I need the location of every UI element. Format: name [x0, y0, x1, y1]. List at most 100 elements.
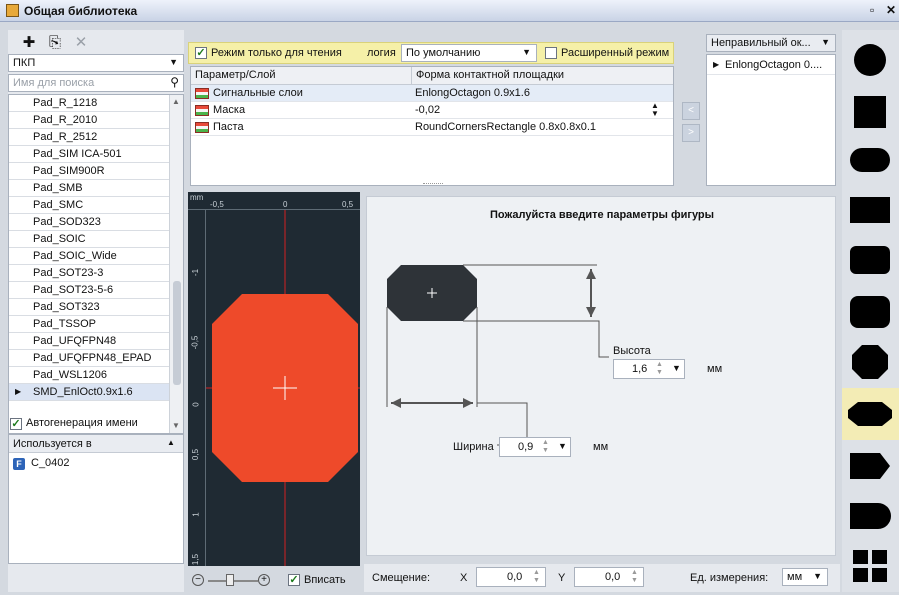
shape-palette: [842, 30, 899, 592]
table-row[interactable]: Сигнальные слои EnlongOctagon 0.9x1.6: [191, 85, 673, 102]
logic-value: По умолчанию: [406, 47, 481, 59]
zoom-slider-handle[interactable]: [226, 574, 234, 586]
pad-properties: ✓ Режим только для чтения логия По умолч…: [188, 40, 704, 186]
list-item[interactable]: Pad_SOT23-3: [9, 265, 169, 282]
splitter-handle[interactable]: [423, 183, 443, 185]
shape-d-shape[interactable]: [842, 440, 899, 492]
horizontal-ruler: mm -0,5 0 0,5: [188, 192, 360, 210]
spin-icon[interactable]: ▲ ▼: [656, 361, 663, 377]
shape-quad[interactable]: [842, 540, 899, 592]
layer-value[interactable]: EnlongOctagon 0.9x1.6: [415, 87, 530, 99]
grid-col-shape: Форма контактной площадки: [411, 67, 564, 85]
ruler-tick: 1,5: [191, 553, 201, 566]
scroll-thumb[interactable]: [173, 281, 181, 385]
move-right-button[interactable]: >: [682, 124, 700, 142]
shape-rounded-rectangle[interactable]: [842, 234, 899, 286]
chevron-down-icon[interactable]: ▼: [558, 441, 567, 451]
category-select[interactable]: ПКП ▼: [8, 54, 184, 72]
list-item[interactable]: Pad_SOT323: [9, 299, 169, 316]
zoom-controls: − + ✓ Вписать: [190, 572, 360, 592]
scroll-up-icon[interactable]: ▲: [172, 97, 180, 106]
offset-y-input[interactable]: 0,0 ▲ ▼: [574, 567, 644, 587]
offset-x-input[interactable]: 0,0 ▲ ▼: [476, 567, 546, 587]
list-item[interactable]: Pad_SOIC: [9, 231, 169, 248]
expand-icon[interactable]: ▶: [713, 60, 719, 69]
list-item-label: Pad_SOT23-5-6: [33, 284, 114, 296]
rounded-square-shape-icon: [850, 296, 890, 328]
shape-oblong[interactable]: [842, 134, 899, 186]
readonly-checkbox[interactable]: ✓: [195, 47, 207, 59]
list-item[interactable]: Pad_SOT23-5-6: [9, 282, 169, 299]
list-item[interactable]: Pad_WSL1206: [9, 367, 169, 384]
copy-icon[interactable]: ⎘: [46, 34, 64, 52]
list-item[interactable]: Pad_UFQFPN48: [9, 333, 169, 350]
shape-rectangle[interactable]: [842, 184, 899, 236]
layer-value[interactable]: RoundCornersRectangle 0.8x0.8x0.1: [415, 121, 596, 133]
autogen-checkbox[interactable]: ✓: [10, 418, 22, 430]
spin-icon[interactable]: ▲ ▼: [533, 569, 540, 585]
search-input[interactable]: Имя для поиска ⚲: [8, 74, 184, 92]
used-in-panel: Используется в ▲ F C_0402: [8, 434, 184, 564]
list-item[interactable]: Pad_SMC: [9, 197, 169, 214]
fit-checkbox[interactable]: ✓: [288, 574, 300, 586]
height-input[interactable]: 1,6 ▲ ▼ ▼: [613, 359, 685, 379]
width-input[interactable]: 0,9 ▲ ▼ ▼: [499, 437, 571, 457]
list-item-label: Pad_TSSOP: [33, 318, 96, 330]
list-item[interactable]: Pad_SOIC_Wide: [9, 248, 169, 265]
spin-icon[interactable]: ▲ ▼: [651, 102, 659, 118]
shape-rounded-square[interactable]: [842, 286, 899, 338]
list-item[interactable]: ▶ EnlongOctagon 0....: [707, 57, 835, 75]
list-item[interactable]: ▶ SMD_EnlOct0.9x1.6: [9, 384, 169, 401]
advanced-checkbox[interactable]: ✓: [545, 47, 557, 59]
ruler-tick: -0,5: [190, 335, 200, 350]
collapse-icon[interactable]: ▲: [167, 438, 175, 447]
list-item[interactable]: Pad_SIM900R: [9, 163, 169, 180]
zoom-in-icon[interactable]: +: [258, 574, 270, 586]
restore-icon[interactable]: ▫: [870, 3, 874, 17]
shape-octagon[interactable]: [842, 336, 899, 388]
spin-icon[interactable]: ▲ ▼: [542, 439, 549, 455]
list-item[interactable]: Pad_UFQFPN48_EPAD: [9, 350, 169, 367]
ruler-tick: 0,5: [342, 200, 354, 209]
delete-icon[interactable]: ✕: [72, 34, 90, 52]
list-item[interactable]: Pad_SIM ICA-501: [9, 146, 169, 163]
logic-select[interactable]: По умолчанию ▼: [401, 44, 537, 62]
layer-value[interactable]: -0,02: [415, 104, 440, 116]
variant-select[interactable]: Неправильный ок... ▼: [706, 34, 836, 52]
scroll-down-icon[interactable]: ▼: [172, 421, 180, 430]
list-scrollbar[interactable]: ▲ ▼: [169, 95, 183, 433]
shape-half-round[interactable]: [842, 490, 899, 542]
list-item-label: Pad_SMC: [33, 199, 84, 211]
layer-icon: [195, 122, 209, 133]
list-item-label: Pad_WSL1206: [33, 369, 107, 381]
width-value: 0,9: [518, 441, 534, 453]
list-item[interactable]: Pad_SOD323: [9, 214, 169, 231]
table-row[interactable]: Маска -0,02 ▲ ▼: [191, 102, 673, 119]
oblong-shape-icon: [850, 148, 890, 172]
offset-y-value: 0,0: [605, 571, 621, 583]
units-select[interactable]: мм ▼: [782, 568, 828, 586]
list-item[interactable]: Pad_TSSOP: [9, 316, 169, 333]
list-item[interactable]: Pad_SMB: [9, 180, 169, 197]
used-in-header[interactable]: Используется в ▲: [9, 435, 183, 453]
list-item[interactable]: Pad_R_1218: [9, 95, 169, 112]
add-icon[interactable]: ✚: [20, 34, 38, 52]
octagon-shape-icon: [852, 345, 888, 379]
list-item[interactable]: Pad_R_2010: [9, 112, 169, 129]
close-icon[interactable]: ✕: [886, 3, 896, 17]
spin-icon[interactable]: ▲ ▼: [631, 569, 638, 585]
move-left-button[interactable]: <: [682, 102, 700, 120]
zoom-out-icon[interactable]: −: [192, 574, 204, 586]
table-row[interactable]: Паста RoundCornersRectangle 0.8x0.8x0.1: [191, 119, 673, 136]
shape-square[interactable]: [842, 86, 899, 138]
list-item[interactable]: Pad_R_2512: [9, 129, 169, 146]
shape-enlong-octagon[interactable]: [842, 388, 899, 440]
chevron-down-icon[interactable]: ▼: [672, 363, 681, 373]
pad-list[interactable]: Pad_R_1218 Pad_R_2010 Pad_R_2512 Pad_SIM IC…: [8, 94, 184, 434]
pad-preview[interactable]: mm -0,5 0 0,5 -1 -0,5 0 0,5 1 1,5: [188, 192, 360, 566]
layer-icon: [195, 105, 209, 116]
list-item-label: Pad_SOIC_Wide: [33, 250, 117, 262]
shape-circle[interactable]: [842, 34, 899, 86]
autogen-label: Автогенерация имени: [26, 417, 138, 429]
ruler-tick: 1: [191, 512, 201, 517]
